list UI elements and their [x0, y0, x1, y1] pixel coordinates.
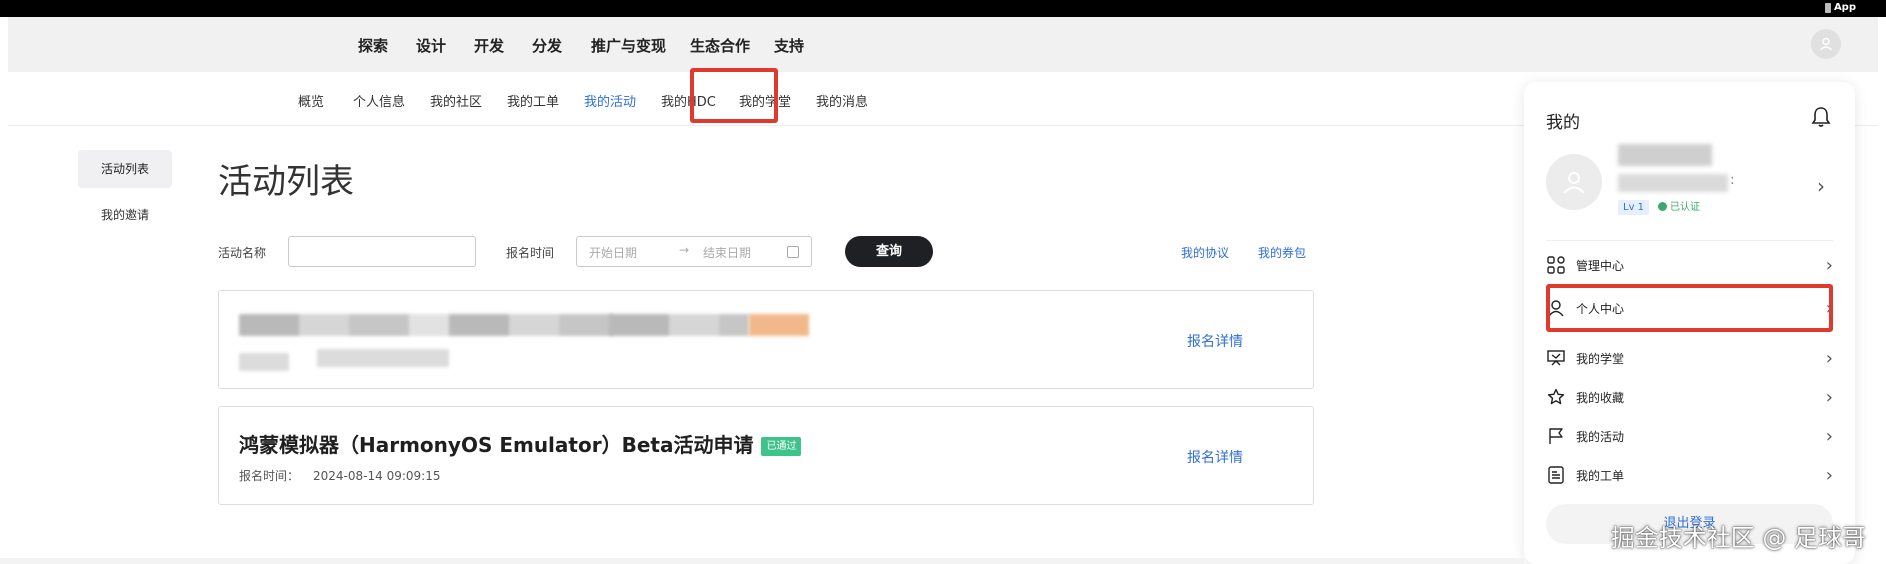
- panel-item-management-center[interactable]: 管理中心 ›: [1546, 248, 1833, 282]
- system-top-bar: App: [0, 0, 1886, 17]
- range-arrow: →: [679, 243, 690, 257]
- redacted-meta-label: [239, 353, 289, 371]
- panel-item-label: 我的收藏: [1576, 390, 1625, 405]
- sub-nav-item-my-activities[interactable]: 我的活动: [584, 91, 636, 110]
- user-avatar-button[interactable]: [1811, 29, 1841, 59]
- signup-detail-link[interactable]: 报名详情: [1187, 331, 1243, 351]
- page-title: 活动列表: [218, 162, 354, 202]
- sub-nav-item-my-messages[interactable]: 我的消息: [816, 91, 868, 110]
- start-date-placeholder: 开始日期: [589, 246, 638, 260]
- main-nav-item-develop[interactable]: 开发: [474, 35, 504, 56]
- activity-name-input[interactable]: [288, 236, 476, 267]
- status-badge: 已通过: [761, 437, 802, 456]
- chevron-right-icon[interactable]: ›: [1817, 174, 1825, 198]
- main-nav: 探索 设计 开发 分发 推广与变现 生态合作 支持: [8, 17, 1878, 72]
- verified-badge: 已认证: [1658, 200, 1700, 215]
- footer-divider: [0, 558, 1524, 564]
- verified-label: 已认证: [1670, 202, 1700, 213]
- side-menu-item-activity-list[interactable]: 活动列表: [78, 150, 172, 188]
- sub-nav-item-my-tickets[interactable]: 我的工单: [507, 91, 559, 110]
- star-icon: [1546, 387, 1566, 407]
- query-button[interactable]: 查询: [845, 236, 933, 267]
- signup-time-value: 2024-08-14 09:09:15: [313, 469, 441, 483]
- document-icon: [1546, 465, 1566, 485]
- activity-title: 鸿蒙模拟器（HarmonyOS Emulator）Beta活动申请 已通过: [239, 429, 802, 458]
- redacted-badge: [749, 314, 809, 336]
- panel-item-label: 我的活动: [1576, 429, 1625, 444]
- main-nav-item-promotion[interactable]: 推广与变现: [591, 35, 666, 56]
- redacted-username: [1618, 144, 1712, 166]
- end-date-placeholder: 结束日期: [703, 246, 752, 260]
- user-dropdown-panel: 我的 : Lv 1 已认证 › 管理中心 › 个人中心 › 我的学堂 › 我的收…: [1524, 82, 1855, 564]
- signup-time-meta-label: 报名时间：: [239, 469, 300, 483]
- chevron-right-icon: ›: [1825, 254, 1833, 276]
- watermark: 掘金技术社区 @ 足球哥: [1610, 524, 1866, 552]
- redacted-title-part: [609, 314, 749, 336]
- chevron-right-icon: ›: [1825, 425, 1833, 447]
- app-label: App: [1833, 2, 1856, 13]
- panel-item-label: 我的学堂: [1576, 351, 1625, 366]
- panel-item-my-favorites[interactable]: 我的收藏 ›: [1546, 380, 1833, 414]
- calendar-icon: [787, 246, 799, 258]
- divider: [1546, 240, 1833, 241]
- personal-center-highlight-box: [1546, 284, 1833, 332]
- main-nav-item-ecosystem[interactable]: 生态合作: [690, 35, 750, 56]
- check-icon: [1658, 202, 1667, 211]
- redacted-meta-time: [317, 349, 449, 367]
- panel-item-my-activities[interactable]: 我的活动 ›: [1546, 419, 1833, 453]
- date-range-picker[interactable]: 开始日期 → 结束日期: [576, 236, 812, 267]
- level-badge: Lv 1: [1618, 200, 1650, 215]
- signup-detail-link[interactable]: 报名详情: [1187, 447, 1243, 467]
- main-nav-item-explore[interactable]: 探索: [358, 35, 388, 56]
- side-menu: 活动列表 我的邀请: [78, 150, 172, 242]
- activity-name-label: 活动名称: [218, 246, 267, 260]
- app-indicator: App: [1824, 2, 1856, 13]
- panel-item-label: 管理中心: [1576, 258, 1625, 273]
- chevron-right-icon: ›: [1825, 464, 1833, 486]
- panel-item-label: 我的工单: [1576, 468, 1625, 483]
- my-agreement-link[interactable]: 我的协议: [1181, 244, 1229, 261]
- battery-icon: [1824, 2, 1831, 13]
- side-menu-item-my-invitations[interactable]: 我的邀请: [78, 196, 172, 234]
- panel-title: 我的: [1546, 113, 1580, 133]
- activity-meta: 报名时间： 2024-08-14 09:09:15: [239, 467, 440, 484]
- main-nav-item-design[interactable]: 设计: [416, 35, 446, 56]
- grid-icon: [1546, 255, 1566, 275]
- chevron-right-icon: ›: [1825, 386, 1833, 408]
- activity-card: 报名详情: [218, 290, 1314, 389]
- sub-nav-item-personal-info[interactable]: 个人信息: [353, 91, 405, 110]
- user-icon: [1563, 172, 1585, 194]
- activity-title-text: 鸿蒙模拟器（HarmonyOS Emulator）Beta活动申请: [239, 433, 754, 457]
- profile-avatar[interactable]: [1546, 154, 1602, 210]
- sub-nav-item-my-community[interactable]: 我的社区: [430, 91, 482, 110]
- main-nav-item-distribute[interactable]: 分发: [532, 35, 562, 56]
- panel-item-my-academy[interactable]: 我的学堂 ›: [1546, 341, 1833, 375]
- panel-item-my-tickets[interactable]: 我的工单 ›: [1546, 458, 1833, 492]
- main-nav-item-support[interactable]: 支持: [774, 35, 804, 56]
- classroom-icon: [1546, 348, 1566, 368]
- sub-nav-item-overview[interactable]: 概览: [298, 91, 324, 110]
- filter-bar: 活动名称 报名时间 开始日期 → 结束日期 查询 我的协议 我的券包: [218, 236, 1314, 268]
- chevron-right-icon: ›: [1825, 347, 1833, 369]
- redacted-user-id: [1618, 174, 1728, 192]
- activity-card: 鸿蒙模拟器（HarmonyOS Emulator）Beta活动申请 已通过 报名时…: [218, 406, 1314, 505]
- redacted-title: [239, 314, 613, 336]
- user-icon: [1819, 37, 1833, 51]
- bell-icon[interactable]: [1811, 106, 1831, 128]
- user-id-colon: :: [1730, 172, 1735, 188]
- active-tab-highlight-box: [690, 68, 778, 123]
- my-coupons-link[interactable]: 我的券包: [1258, 244, 1306, 261]
- flag-icon: [1546, 426, 1566, 446]
- signup-time-label: 报名时间: [506, 246, 555, 260]
